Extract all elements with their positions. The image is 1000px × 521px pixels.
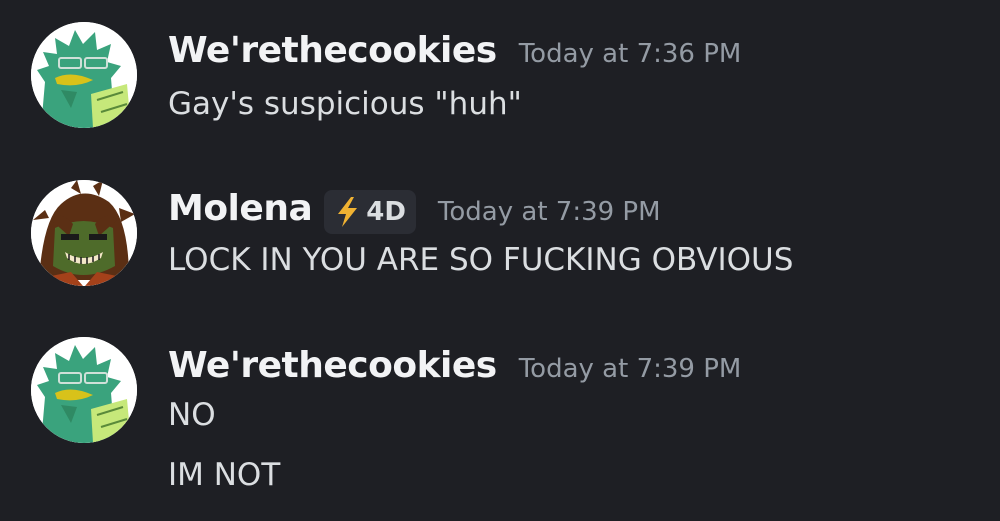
timestamp: Today at 7:36 PM: [518, 39, 742, 69]
user-avatar[interactable]: [31, 22, 137, 128]
brown-haired-character-avatar-icon: [31, 180, 137, 286]
message-text: NO: [168, 397, 216, 433]
user-avatar[interactable]: [31, 337, 137, 443]
badge-label: 4D: [366, 197, 406, 227]
message-text: IM NOT: [168, 457, 281, 493]
username[interactable]: We'rethecookies: [168, 345, 497, 386]
username[interactable]: We'rethecookies: [168, 30, 497, 71]
message-text: LOCK IN YOU ARE SO FUCKING OBVIOUS: [168, 242, 794, 278]
lightning-bolt-icon: [338, 197, 358, 227]
green-creature-avatar-icon: [31, 22, 137, 128]
username[interactable]: Molena: [168, 188, 313, 229]
chat-log: We'rethecookies Today at 7:36 PM Gay's s…: [0, 0, 1000, 521]
green-creature-avatar-icon: [31, 337, 137, 443]
message-text: Gay's suspicious "huh": [168, 86, 522, 122]
user-avatar[interactable]: [31, 180, 137, 286]
timestamp: Today at 7:39 PM: [437, 197, 661, 227]
server-tag-badge[interactable]: 4D: [324, 190, 416, 234]
timestamp: Today at 7:39 PM: [518, 354, 742, 384]
